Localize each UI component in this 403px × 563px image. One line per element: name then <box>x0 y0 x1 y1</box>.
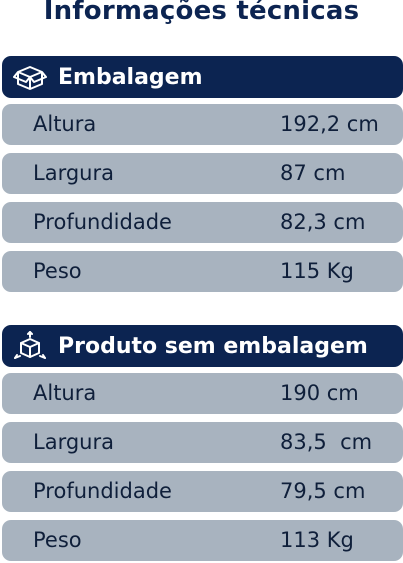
spec-value: 79,5 cm <box>280 479 366 503</box>
section-header-embalagem: Embalagem <box>2 56 403 98</box>
spec-label: Peso <box>33 528 82 552</box>
section-title: Embalagem <box>58 64 203 90</box>
spec-row-profundidade: Profundidade 82,3 cm <box>2 202 403 243</box>
spec-label: Profundidade <box>33 479 172 503</box>
box-icon <box>12 62 48 92</box>
spec-label: Altura <box>33 381 97 405</box>
spec-value: 190 cm <box>280 381 359 405</box>
spec-value: 115 Kg <box>280 259 354 283</box>
spec-row-peso: Peso 115 Kg <box>2 251 403 292</box>
spec-row-altura: Altura 190 cm <box>2 373 403 414</box>
spec-value: 82,3 cm <box>280 210 366 234</box>
spec-label: Largura <box>33 430 114 454</box>
section-header-produto-sem-embalagem: Produto sem embalagem <box>2 325 403 367</box>
section-title: Produto sem embalagem <box>58 333 368 359</box>
spec-value: 87 cm <box>280 161 346 185</box>
page-title: Informações técnicas <box>43 0 360 26</box>
spec-label: Largura <box>33 161 114 185</box>
spec-label: Peso <box>33 259 82 283</box>
spec-row-peso: Peso 113 Kg <box>2 520 403 561</box>
spec-row-largura: Largura 87 cm <box>2 153 403 194</box>
dimensions-cube-icon <box>12 331 48 361</box>
spec-row-profundidade: Profundidade 79,5 cm <box>2 471 403 512</box>
spec-row-altura: Altura 192,2 cm <box>2 104 403 145</box>
spec-row-largura: Largura 83,5 cm <box>2 422 403 463</box>
spec-value: 192,2 cm <box>280 112 379 136</box>
spec-value: 113 Kg <box>280 528 354 552</box>
spec-value: 83,5 cm <box>280 430 373 454</box>
spec-label: Altura <box>33 112 97 136</box>
spec-label: Profundidade <box>33 210 172 234</box>
